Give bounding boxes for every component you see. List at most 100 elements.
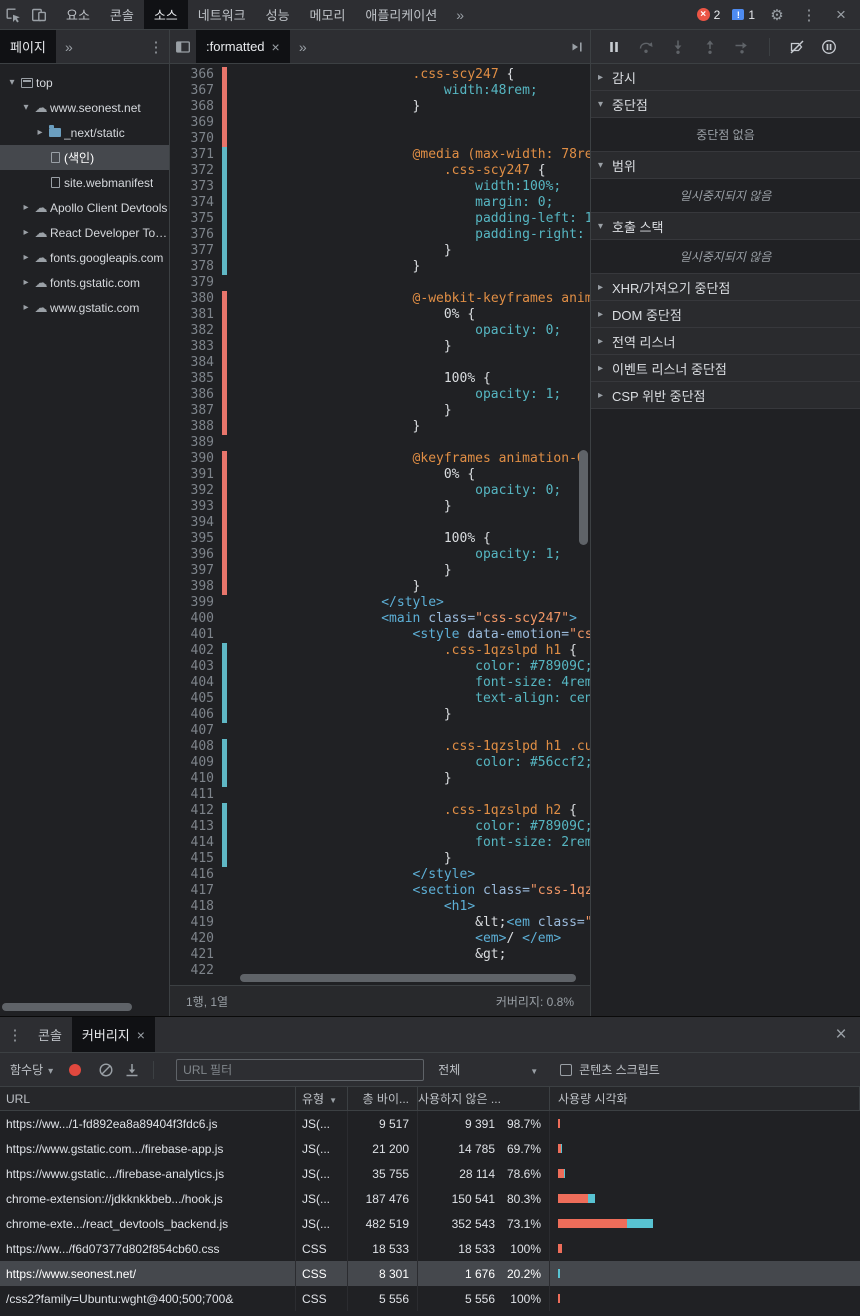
code-line[interactable]: 377 } (170, 243, 590, 259)
code-line[interactable]: 381 0% { (170, 307, 590, 323)
device-toolbar-icon[interactable] (26, 2, 52, 28)
line-number[interactable]: 409 (170, 755, 214, 771)
code-line[interactable]: 371 @media (max-width: 78rem) { (170, 147, 590, 163)
tree-item[interactable]: ▸☁fonts.googleapis.com (0, 245, 169, 270)
line-number[interactable]: 373 (170, 179, 214, 195)
line-number[interactable]: 421 (170, 947, 214, 963)
issues-badge[interactable]: 1 (729, 8, 758, 22)
more-navigator-tabs-icon[interactable] (56, 34, 82, 60)
code-line[interactable]: 421 &gt; (170, 947, 590, 963)
type-filter-select[interactable]: 전체 (438, 1061, 538, 1078)
navigator-hscrollbar[interactable] (2, 1003, 132, 1011)
panel-tab[interactable]: 요소 (56, 0, 100, 29)
code-line[interactable]: 379 (170, 275, 590, 291)
panel-tab[interactable]: 콘솔 (100, 0, 144, 29)
code-line[interactable]: 378 } (170, 259, 590, 275)
coverage-row[interactable]: https://ww.../1-fd892ea8a89404f3fdc6.jsJ… (0, 1111, 860, 1136)
code-line[interactable]: 412 .css-1qzslpd h2 { (170, 803, 590, 819)
debugger-section-header[interactable]: ▾중단점 (591, 91, 860, 118)
code-line[interactable]: 411 (170, 787, 590, 803)
line-number[interactable]: 405 (170, 691, 214, 707)
close-tab-icon[interactable] (272, 39, 280, 55)
panel-tab[interactable]: 소스 (144, 0, 188, 29)
line-number[interactable]: 379 (170, 275, 214, 291)
line-number[interactable]: 381 (170, 307, 214, 323)
line-number[interactable]: 386 (170, 387, 214, 403)
navigator-menu-icon[interactable] (143, 34, 169, 60)
panel-tab[interactable]: 네트워크 (188, 0, 256, 29)
code-line[interactable]: 409 color: #56ccf2; (170, 755, 590, 771)
coverage-mode-select[interactable]: 함수당 (10, 1061, 53, 1078)
line-number[interactable]: 388 (170, 419, 214, 435)
code-line[interactable]: 373 width:100%; (170, 179, 590, 195)
line-number[interactable]: 398 (170, 579, 214, 595)
tree-item[interactable]: ▾top (0, 70, 169, 95)
code-line[interactable]: 383 } (170, 339, 590, 355)
content-scripts-checkbox[interactable] (560, 1064, 572, 1076)
line-number[interactable]: 382 (170, 323, 214, 339)
error-badge[interactable]: 2 (694, 8, 724, 22)
code-line[interactable]: 382 opacity: 0; (170, 323, 590, 339)
code-line[interactable]: 408 .css-1qzslpd h1 .cursor { (170, 739, 590, 755)
code-line[interactable]: 384 (170, 355, 590, 371)
line-number[interactable]: 384 (170, 355, 214, 371)
line-number[interactable]: 402 (170, 643, 214, 659)
code-line[interactable]: 372 .css-scy247 { (170, 163, 590, 179)
code-line[interactable]: 417 <section class="css-1qzslpd"> (170, 883, 590, 899)
code-line[interactable]: 401 <style data-emotion="css"> (170, 627, 590, 643)
line-number[interactable]: 392 (170, 483, 214, 499)
line-number[interactable]: 419 (170, 915, 214, 931)
line-number[interactable]: 403 (170, 659, 214, 675)
drawer-menu-icon[interactable] (2, 1022, 28, 1048)
line-number[interactable]: 412 (170, 803, 214, 819)
line-number[interactable]: 404 (170, 675, 214, 691)
close-tab-icon[interactable] (137, 1027, 145, 1043)
coverage-row[interactable]: https://www.seonest.net/CSS8 3011 67620.… (0, 1261, 860, 1286)
deactivate-breakpoints-icon[interactable] (784, 34, 810, 60)
step-into-icon[interactable] (665, 34, 691, 60)
code-line[interactable]: 367 width:48rem; (170, 83, 590, 99)
coverage-row[interactable]: https://www.gstatic.../firebase-analytic… (0, 1161, 860, 1186)
line-number[interactable]: 395 (170, 531, 214, 547)
tree-item[interactable]: ▸_next/static (0, 120, 169, 145)
code-line[interactable]: 403 color: #78909C; (170, 659, 590, 675)
line-number[interactable]: 394 (170, 515, 214, 531)
tree-item[interactable]: ▸☁Apollo Client Devtools (0, 195, 169, 220)
code-line[interactable]: 414 font-size: 2rem; (170, 835, 590, 851)
line-number[interactable]: 399 (170, 595, 214, 611)
line-number[interactable]: 414 (170, 835, 214, 851)
code-line[interactable]: 405 text-align: center; (170, 691, 590, 707)
chevron-right-icon[interactable]: ▸ (20, 277, 32, 288)
close-drawer-icon[interactable] (828, 1022, 854, 1048)
line-number[interactable]: 406 (170, 707, 214, 723)
line-number[interactable]: 370 (170, 131, 214, 147)
code-editor[interactable]: 366 .css-scy247 {367 width:48rem;368 }36… (170, 64, 590, 985)
code-line[interactable]: 394 (170, 515, 590, 531)
code-line[interactable]: 420 <em>/ </em> (170, 931, 590, 947)
line-number[interactable]: 377 (170, 243, 214, 259)
line-number[interactable]: 413 (170, 819, 214, 835)
tree-item[interactable]: ▸☁React Developer Tools (0, 220, 169, 245)
line-number[interactable]: 415 (170, 851, 214, 867)
tree-item[interactable]: site.webmanifest (0, 170, 169, 195)
line-number[interactable]: 420 (170, 931, 214, 947)
line-number[interactable]: 375 (170, 211, 214, 227)
code-line[interactable]: 413 color: #78909C; (170, 819, 590, 835)
line-number[interactable]: 380 (170, 291, 214, 307)
more-editor-tabs-icon[interactable] (290, 34, 316, 60)
editor-hscrollbar[interactable] (240, 974, 576, 982)
column-header[interactable]: 사용하지 않은 ... (418, 1087, 550, 1110)
line-number[interactable]: 401 (170, 627, 214, 643)
code-line[interactable]: 392 opacity: 0; (170, 483, 590, 499)
debugger-section-header[interactable]: ▸전역 리스너 (591, 328, 860, 355)
tree-item[interactable]: (색인) (0, 145, 169, 170)
tree-item[interactable]: ▾☁www.seonest.net (0, 95, 169, 120)
line-number[interactable]: 393 (170, 499, 214, 515)
column-header[interactable]: URL (0, 1087, 296, 1110)
line-number[interactable]: 371 (170, 147, 214, 163)
line-number[interactable]: 418 (170, 899, 214, 915)
chevron-right-icon[interactable]: ▸ (20, 202, 32, 213)
tree-item[interactable]: ▸☁fonts.gstatic.com (0, 270, 169, 295)
line-number[interactable]: 396 (170, 547, 214, 563)
line-number[interactable]: 407 (170, 723, 214, 739)
